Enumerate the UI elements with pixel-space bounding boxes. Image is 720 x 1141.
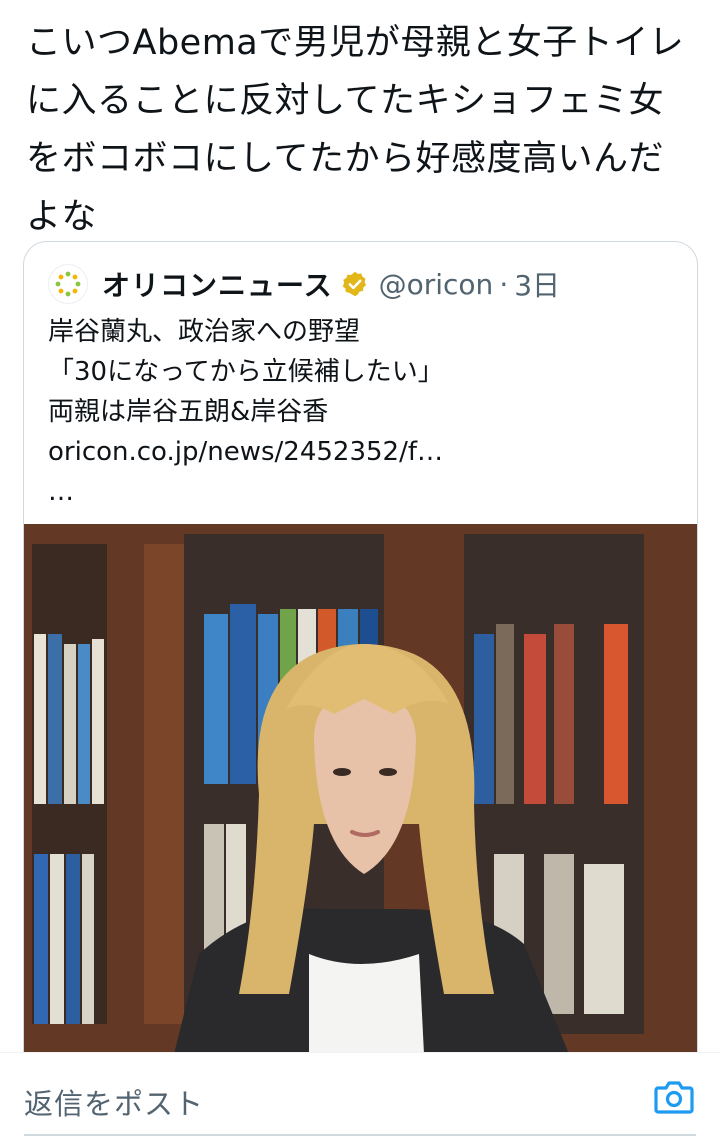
quoted-line: 両親は岸谷五朗&岸谷香 (48, 397, 329, 427)
account-name[interactable]: オリコンニュース (102, 264, 333, 304)
avatar[interactable] (48, 264, 88, 304)
post-timestamp[interactable]: 3日 (514, 264, 560, 304)
separator-dot: · (499, 267, 509, 301)
quoted-post-header: オリコンニュース @oricon · 3日 (48, 264, 560, 304)
reply-bar[interactable]: 返信をポスト (0, 1052, 720, 1141)
quoted-post-text: 岸谷蘭丸、政治家への野望 「30になってから立候補したい」 両親は岸谷五朗&岸谷… (48, 312, 678, 512)
tweet-line: よな (26, 197, 98, 237)
account-handle[interactable]: @oricon (379, 268, 494, 301)
quoted-post-card[interactable]: オリコンニュース @oricon · 3日 岸谷蘭丸、政治家への野望 「30にな… (23, 241, 698, 1083)
tweet-line: に入ることに反対してたキショフェミ女 (26, 81, 664, 121)
quoted-line: 岸谷蘭丸、政治家への野望 (48, 317, 361, 347)
reply-underline (24, 1134, 696, 1136)
quoted-link[interactable]: oricon.co.jp/news/2452352/f… (48, 432, 678, 472)
tweet-line: をボコボコにしてたから好感度高いんだ (26, 139, 664, 179)
camera-icon[interactable] (654, 1079, 694, 1115)
reply-input[interactable]: 返信をポスト (24, 1081, 204, 1123)
verified-badge-icon (342, 271, 366, 297)
oricon-logo-icon (55, 271, 81, 297)
tweet-line: こいつAbemaで男児が母親と女子トイレ (26, 23, 685, 63)
post-photo[interactable] (24, 524, 697, 1054)
quoted-line: 「30になってから立候補したい」 (48, 357, 444, 387)
tweet-text: こいつAbemaで男児が母親と女子トイレ に入ることに反対してたキショフェミ女 をボ… (26, 14, 696, 246)
quoted-ellipsis: … (48, 477, 74, 507)
